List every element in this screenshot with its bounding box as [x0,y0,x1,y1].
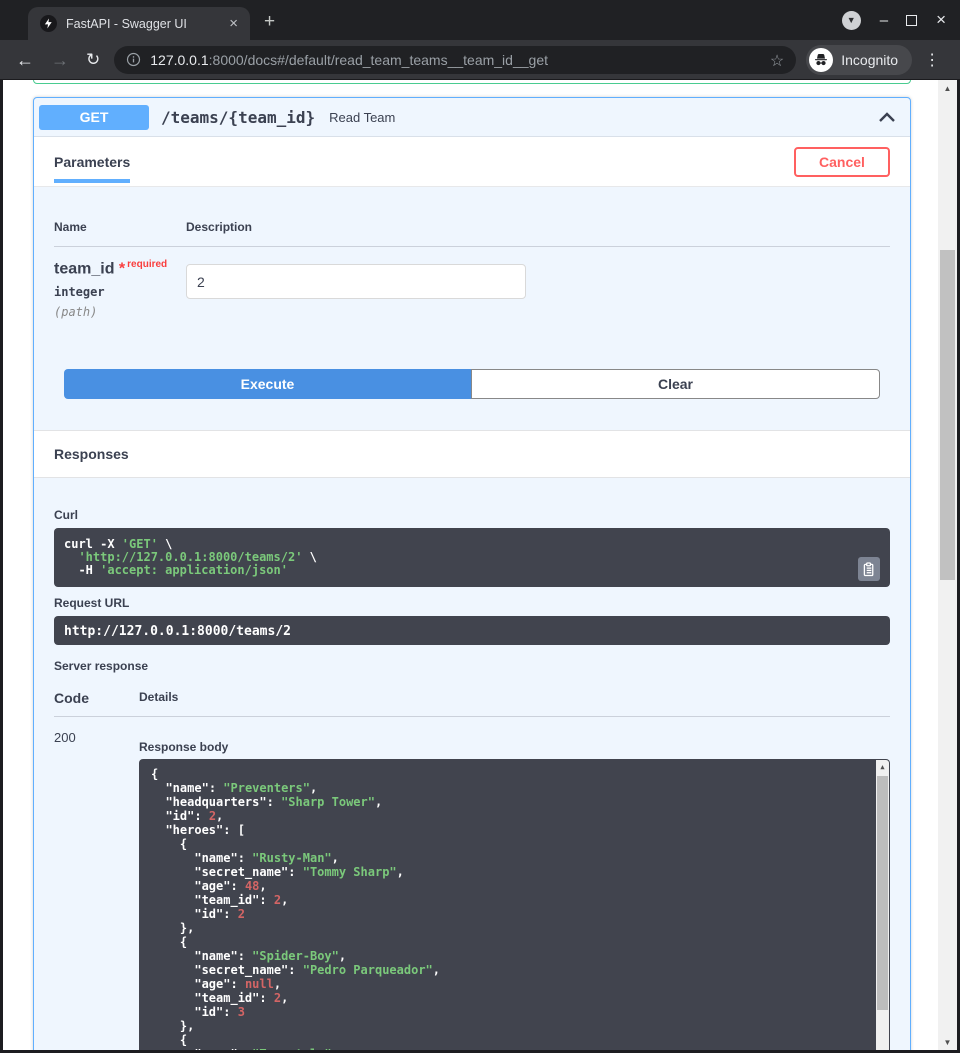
description-column-header: Description [186,220,252,234]
parameters-tabbar: Parameters Cancel [34,137,910,187]
window-left-edge [0,80,3,1053]
team-id-input[interactable] [186,264,526,299]
response-row: 200 Response body { "name": "Preventers"… [54,717,890,1053]
scroll-up-icon[interactable]: ▲ [876,760,889,774]
responses-title: Responses [54,446,129,462]
browser-menu-icon[interactable]: ⋮ [924,50,940,70]
parameter-type: integer [54,285,186,299]
method-badge: GET [39,105,149,130]
get-operation-block: GET /teams/{team_id} Read Team Parameter… [33,97,911,1053]
response-body-label: Response body [139,740,890,754]
responses-section-header: Responses [34,430,910,478]
cancel-button[interactable]: Cancel [794,147,890,177]
page-scroll-down-icon[interactable]: ▼ [938,1034,957,1050]
code-column-header: Code [54,690,139,706]
url-bar[interactable]: 127.0.0.1:8000/docs#/default/read_team_t… [114,46,796,74]
browser-navbar: ← → ↻ 127.0.0.1:8000/docs#/default/read_… [0,40,960,80]
details-column-header: Details [139,690,178,706]
endpoint-summary: Read Team [329,110,395,125]
browser-tab[interactable]: FastAPI - Swagger UI × [28,7,250,40]
incognito-icon [809,48,833,72]
reload-icon[interactable]: ↻ [86,51,100,69]
parameters-section: Name Description team_id *required integ… [34,187,910,319]
response-body-scrollbar: ▲ [876,760,889,1053]
request-url-block: http://127.0.0.1:8000/teams/2 [54,616,890,645]
tab-search-button[interactable]: ▼ [842,11,861,30]
site-info-icon[interactable] [126,52,141,67]
url-text: 127.0.0.1:8000/docs#/default/read_team_t… [150,52,548,68]
response-table-header: Code Details [54,690,890,717]
swagger-page: GET /teams/{team_id} Read Team Parameter… [0,80,960,1053]
new-tab-button[interactable]: + [264,12,275,31]
parameter-location: (path) [54,305,186,319]
execute-row: Execute Clear [64,369,880,399]
maximize-button[interactable] [906,15,917,26]
minimize-button[interactable]: – [880,12,887,29]
parameter-row: team_id *required integer (path) [54,247,890,319]
incognito-label: Incognito [841,52,898,68]
browser-window: FastAPI - Swagger UI × + ▼ – × ← → ↻ 127… [0,0,960,1053]
endpoint-path: /teams/{team_id} [161,108,315,127]
back-icon[interactable]: ← [16,51,34,69]
name-column-header: Name [54,220,186,234]
incognito-badge: Incognito [806,45,912,75]
clear-button[interactable]: Clear [471,369,880,399]
browser-titlebar: FastAPI - Swagger UI × + ▼ – × [0,0,960,40]
tab-title: FastAPI - Swagger UI [66,17,225,31]
responses-body: Curl curl -X 'GET' \ 'http://127.0.0.1:8… [34,478,910,1053]
tab-parameters[interactable]: Parameters [54,137,130,186]
window-close-button[interactable]: × [936,10,946,30]
status-code: 200 [54,717,139,1053]
server-response-label: Server response [54,659,890,673]
request-url-label: Request URL [54,596,890,610]
previous-operation-block-fragment [33,80,911,84]
page-scroll-up-icon[interactable]: ▲ [938,80,957,96]
operation-header[interactable]: GET /teams/{team_id} Read Team [34,98,910,137]
page-scrollbar: ▲ ▼ [938,80,957,1050]
curl-command-block: curl -X 'GET' \ 'http://127.0.0.1:8000/t… [54,528,890,587]
parameter-name: team_id *required [54,259,186,278]
curl-label: Curl [54,508,890,522]
forward-icon[interactable]: → [51,51,69,69]
fastapi-favicon-icon [40,15,57,32]
collapse-chevron-icon[interactable] [878,112,896,122]
tab-close-icon[interactable]: × [225,15,242,32]
response-scrollbar-thumb[interactable] [877,776,888,1010]
execute-button[interactable]: Execute [64,369,471,399]
bookmark-star-icon[interactable]: ☆ [770,51,784,71]
response-body-block: { "name": "Preventers", "headquarters": … [139,759,890,1053]
copy-to-clipboard-button[interactable] [858,557,880,581]
page-scrollbar-thumb[interactable] [940,250,955,580]
required-label: required [127,259,167,270]
